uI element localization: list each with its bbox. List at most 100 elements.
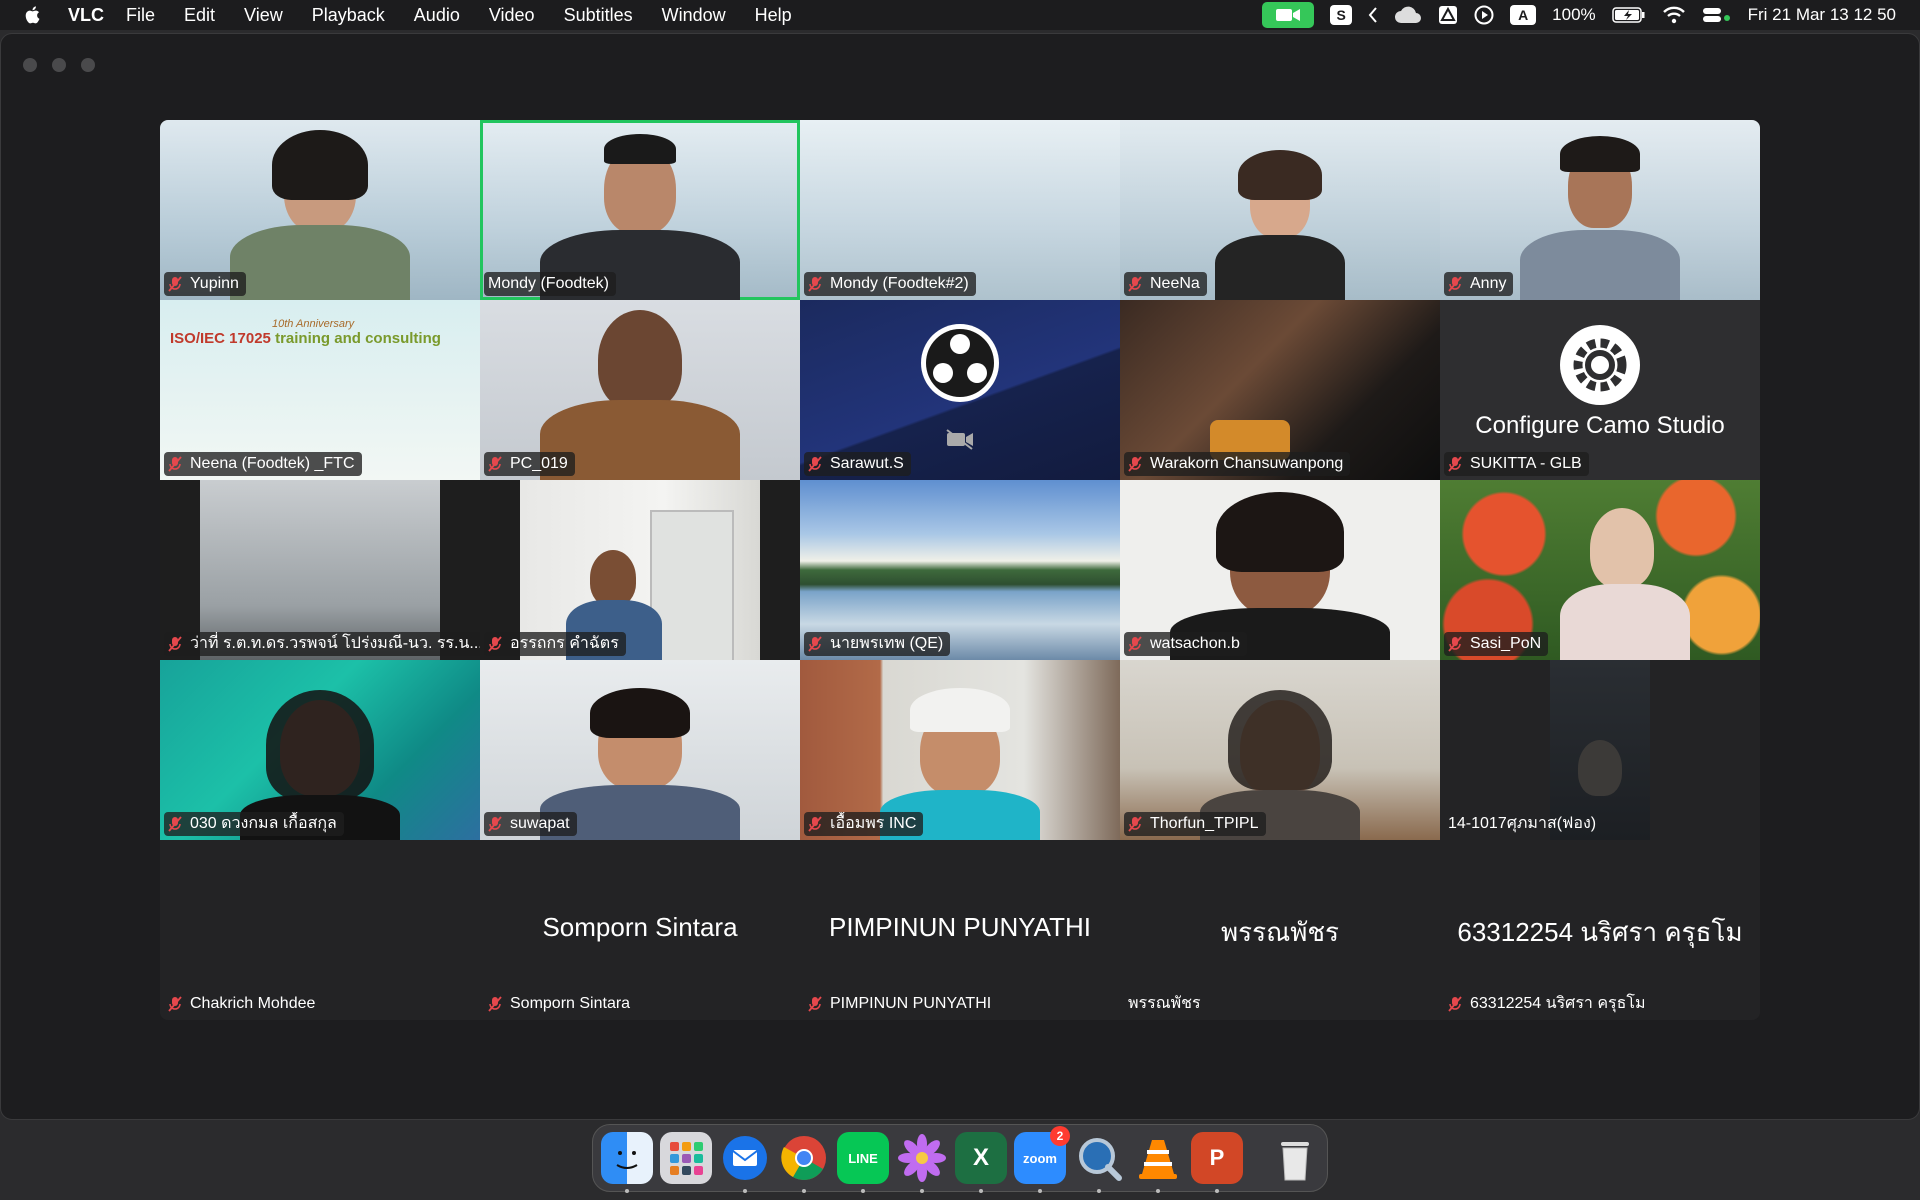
mic-muted-icon: [808, 456, 822, 472]
video-tile[interactable]: 030 ดวงกมล เกื้อสกุล: [160, 660, 480, 840]
video-tile-active-speaker[interactable]: Mondy (Foodtek): [480, 120, 800, 300]
video-tile[interactable]: Configure Camo Studio SUKITTA - GLB: [1440, 300, 1760, 480]
mic-muted-icon: [168, 996, 182, 1012]
participant-body: [1215, 235, 1345, 300]
video-tile[interactable]: Anny: [1440, 120, 1760, 300]
video-tile[interactable]: NeeNa: [1120, 120, 1440, 300]
mic-muted-icon: [1128, 816, 1142, 832]
participant-body: [1560, 584, 1690, 660]
cloud-icon[interactable]: [1394, 6, 1422, 24]
participant-name-tag: 030 ดวงกมล เกื้อสกุล: [164, 812, 344, 836]
participant-name-tag: Somporn Sintara: [484, 992, 637, 1016]
participant-name-tag: Neena (Foodtek) _FTC: [164, 452, 362, 476]
line-icon[interactable]: LINE: [837, 1132, 889, 1193]
battery-icon[interactable]: [1611, 7, 1646, 23]
window-zoom-button[interactable]: [81, 58, 95, 72]
participant-name: เอื้อมพร INC: [830, 815, 917, 832]
video-tile[interactable]: เอื้อมพร INC: [800, 660, 1120, 840]
quicktime-icon[interactable]: [1073, 1132, 1125, 1193]
video-tile[interactable]: watsachon.b: [1120, 480, 1440, 660]
menu-file[interactable]: File: [126, 5, 155, 26]
participant-name: PC_019: [510, 455, 568, 472]
line-icon-label: LINE: [848, 1150, 878, 1166]
video-tile[interactable]: อรรถกร คำฉัตร: [480, 480, 800, 660]
video-tile[interactable]: Thorfun_TPIPL: [1120, 660, 1440, 840]
participant-name-tag: Warakorn Chansuwanpong: [1124, 452, 1351, 476]
video-tile-camera-off[interactable]: พรรณพัชร พรรณพัชร: [1120, 840, 1440, 1020]
participant-name-tag: 63312254 นริศรา ครุธโม: [1444, 992, 1653, 1016]
menu-subtitles[interactable]: Subtitles: [564, 5, 633, 26]
video-tile-camera-off[interactable]: 63312254 นริศรา ครุธโม 63312254 นริศรา ค…: [1440, 840, 1760, 1020]
video-tile[interactable]: Yupinn: [160, 120, 480, 300]
drive-icon[interactable]: [1438, 5, 1458, 25]
menu-edit[interactable]: Edit: [184, 5, 215, 26]
video-tile[interactable]: 10th Anniversary ISO/IEC 17025 training …: [160, 300, 480, 480]
video-tile[interactable]: Mondy (Foodtek#2): [800, 120, 1120, 300]
clock-datetime[interactable]: Fri 21 Mar 13 12 50: [1748, 5, 1896, 25]
participant-name: SUKITTA - GLB: [1470, 455, 1582, 472]
menu-view[interactable]: View: [244, 5, 283, 26]
launchpad-icon[interactable]: [660, 1132, 712, 1184]
dock: LINE X zoom 2 P: [592, 1124, 1328, 1193]
participant-name: Sarawut.S: [830, 455, 904, 472]
app-name[interactable]: VLC: [68, 5, 104, 26]
participant-body: [1520, 230, 1680, 300]
participant-center-name: พรรณพัชร: [1221, 917, 1339, 947]
video-tile-camera-off[interactable]: Chakrich Mohdee: [160, 840, 480, 1020]
participant-name: 030 ดวงกมล เกื้อสกุล: [190, 815, 337, 832]
video-tile[interactable]: ว่าที่ ร.ต.ท.ดร.วรพจน์ โปร่งมณี-นว. รร.น…: [160, 480, 480, 660]
participant-hair: [266, 690, 374, 800]
participant-name: Sasi_PoN: [1470, 635, 1542, 652]
mic-muted-icon: [1128, 636, 1142, 652]
apple-icon[interactable]: [22, 4, 44, 26]
window-minimize-button[interactable]: [52, 58, 66, 72]
participant-name-tag: PIMPINUN PUNYATHI: [804, 992, 998, 1016]
zoom-icon-label: zoom: [1023, 1150, 1057, 1166]
s-menu-icon[interactable]: S: [1330, 5, 1353, 25]
powerpoint-icon[interactable]: P: [1191, 1132, 1243, 1193]
finder-icon[interactable]: [601, 1132, 653, 1193]
video-tile[interactable]: suwapat: [480, 660, 800, 840]
participant-name-tag: Mondy (Foodtek): [484, 272, 616, 296]
participant-name: ว่าที่ ร.ต.ท.ดร.วรพจน์ โปร่งมณี-นว. รร.น…: [190, 635, 480, 652]
flower-icon[interactable]: [896, 1132, 948, 1193]
participant-center-name: Somporn Sintara: [542, 912, 738, 942]
camera-in-use-icon[interactable]: [1262, 2, 1315, 28]
control-center-icon[interactable]: [1702, 6, 1732, 24]
video-tile[interactable]: PC_019: [480, 300, 800, 480]
chevron-left-icon[interactable]: [1368, 7, 1378, 23]
mic-muted-icon: [808, 816, 822, 832]
thunderbird-icon[interactable]: [719, 1132, 771, 1193]
participant-name: 63312254 นริศรา ครุธโม: [1470, 995, 1646, 1012]
participant-name-tag: Mondy (Foodtek#2): [804, 272, 976, 296]
participant-name: Yupinn: [190, 275, 239, 292]
participant-body: [230, 225, 410, 300]
menu-window[interactable]: Window: [662, 5, 726, 26]
participant-name: 14-1017ศุภมาส(ฟอง): [1448, 815, 1597, 832]
trash-icon[interactable]: [1269, 1132, 1321, 1184]
wifi-icon[interactable]: [1662, 6, 1686, 24]
participant-face: [590, 550, 636, 606]
video-tile[interactable]: Sasi_PoN: [1440, 480, 1760, 660]
video-tile[interactable]: Sarawut.S: [800, 300, 1120, 480]
video-tile-camera-off[interactable]: Somporn Sintara Somporn Sintara: [480, 840, 800, 1020]
video-tile[interactable]: Warakorn Chansuwanpong: [1120, 300, 1440, 480]
excel-icon[interactable]: X: [955, 1132, 1007, 1193]
input-source-icon[interactable]: A: [1510, 5, 1537, 25]
window-close-button[interactable]: [23, 58, 37, 72]
zoom-icon[interactable]: zoom 2: [1014, 1126, 1070, 1193]
menu-help[interactable]: Help: [755, 5, 792, 26]
menu-playback[interactable]: Playback: [312, 5, 385, 26]
chrome-icon[interactable]: [778, 1132, 830, 1193]
menu-video[interactable]: Video: [489, 5, 535, 26]
video-tile-camera-off[interactable]: PIMPINUN PUNYATHI PIMPINUN PUNYATHI: [800, 840, 1120, 1020]
participant-face: [1590, 508, 1654, 588]
play-circle-icon[interactable]: [1474, 5, 1494, 25]
menu-audio[interactable]: Audio: [414, 5, 460, 26]
video-tile[interactable]: 14-1017ศุภมาส(ฟอง): [1440, 660, 1760, 840]
participant-cap: [910, 688, 1010, 732]
participant-name-tag: SUKITTA - GLB: [1444, 452, 1589, 476]
mic-muted-icon: [488, 636, 502, 652]
vlc-icon[interactable]: [1132, 1132, 1184, 1193]
video-tile[interactable]: นายพรเทพ (QE): [800, 480, 1120, 660]
